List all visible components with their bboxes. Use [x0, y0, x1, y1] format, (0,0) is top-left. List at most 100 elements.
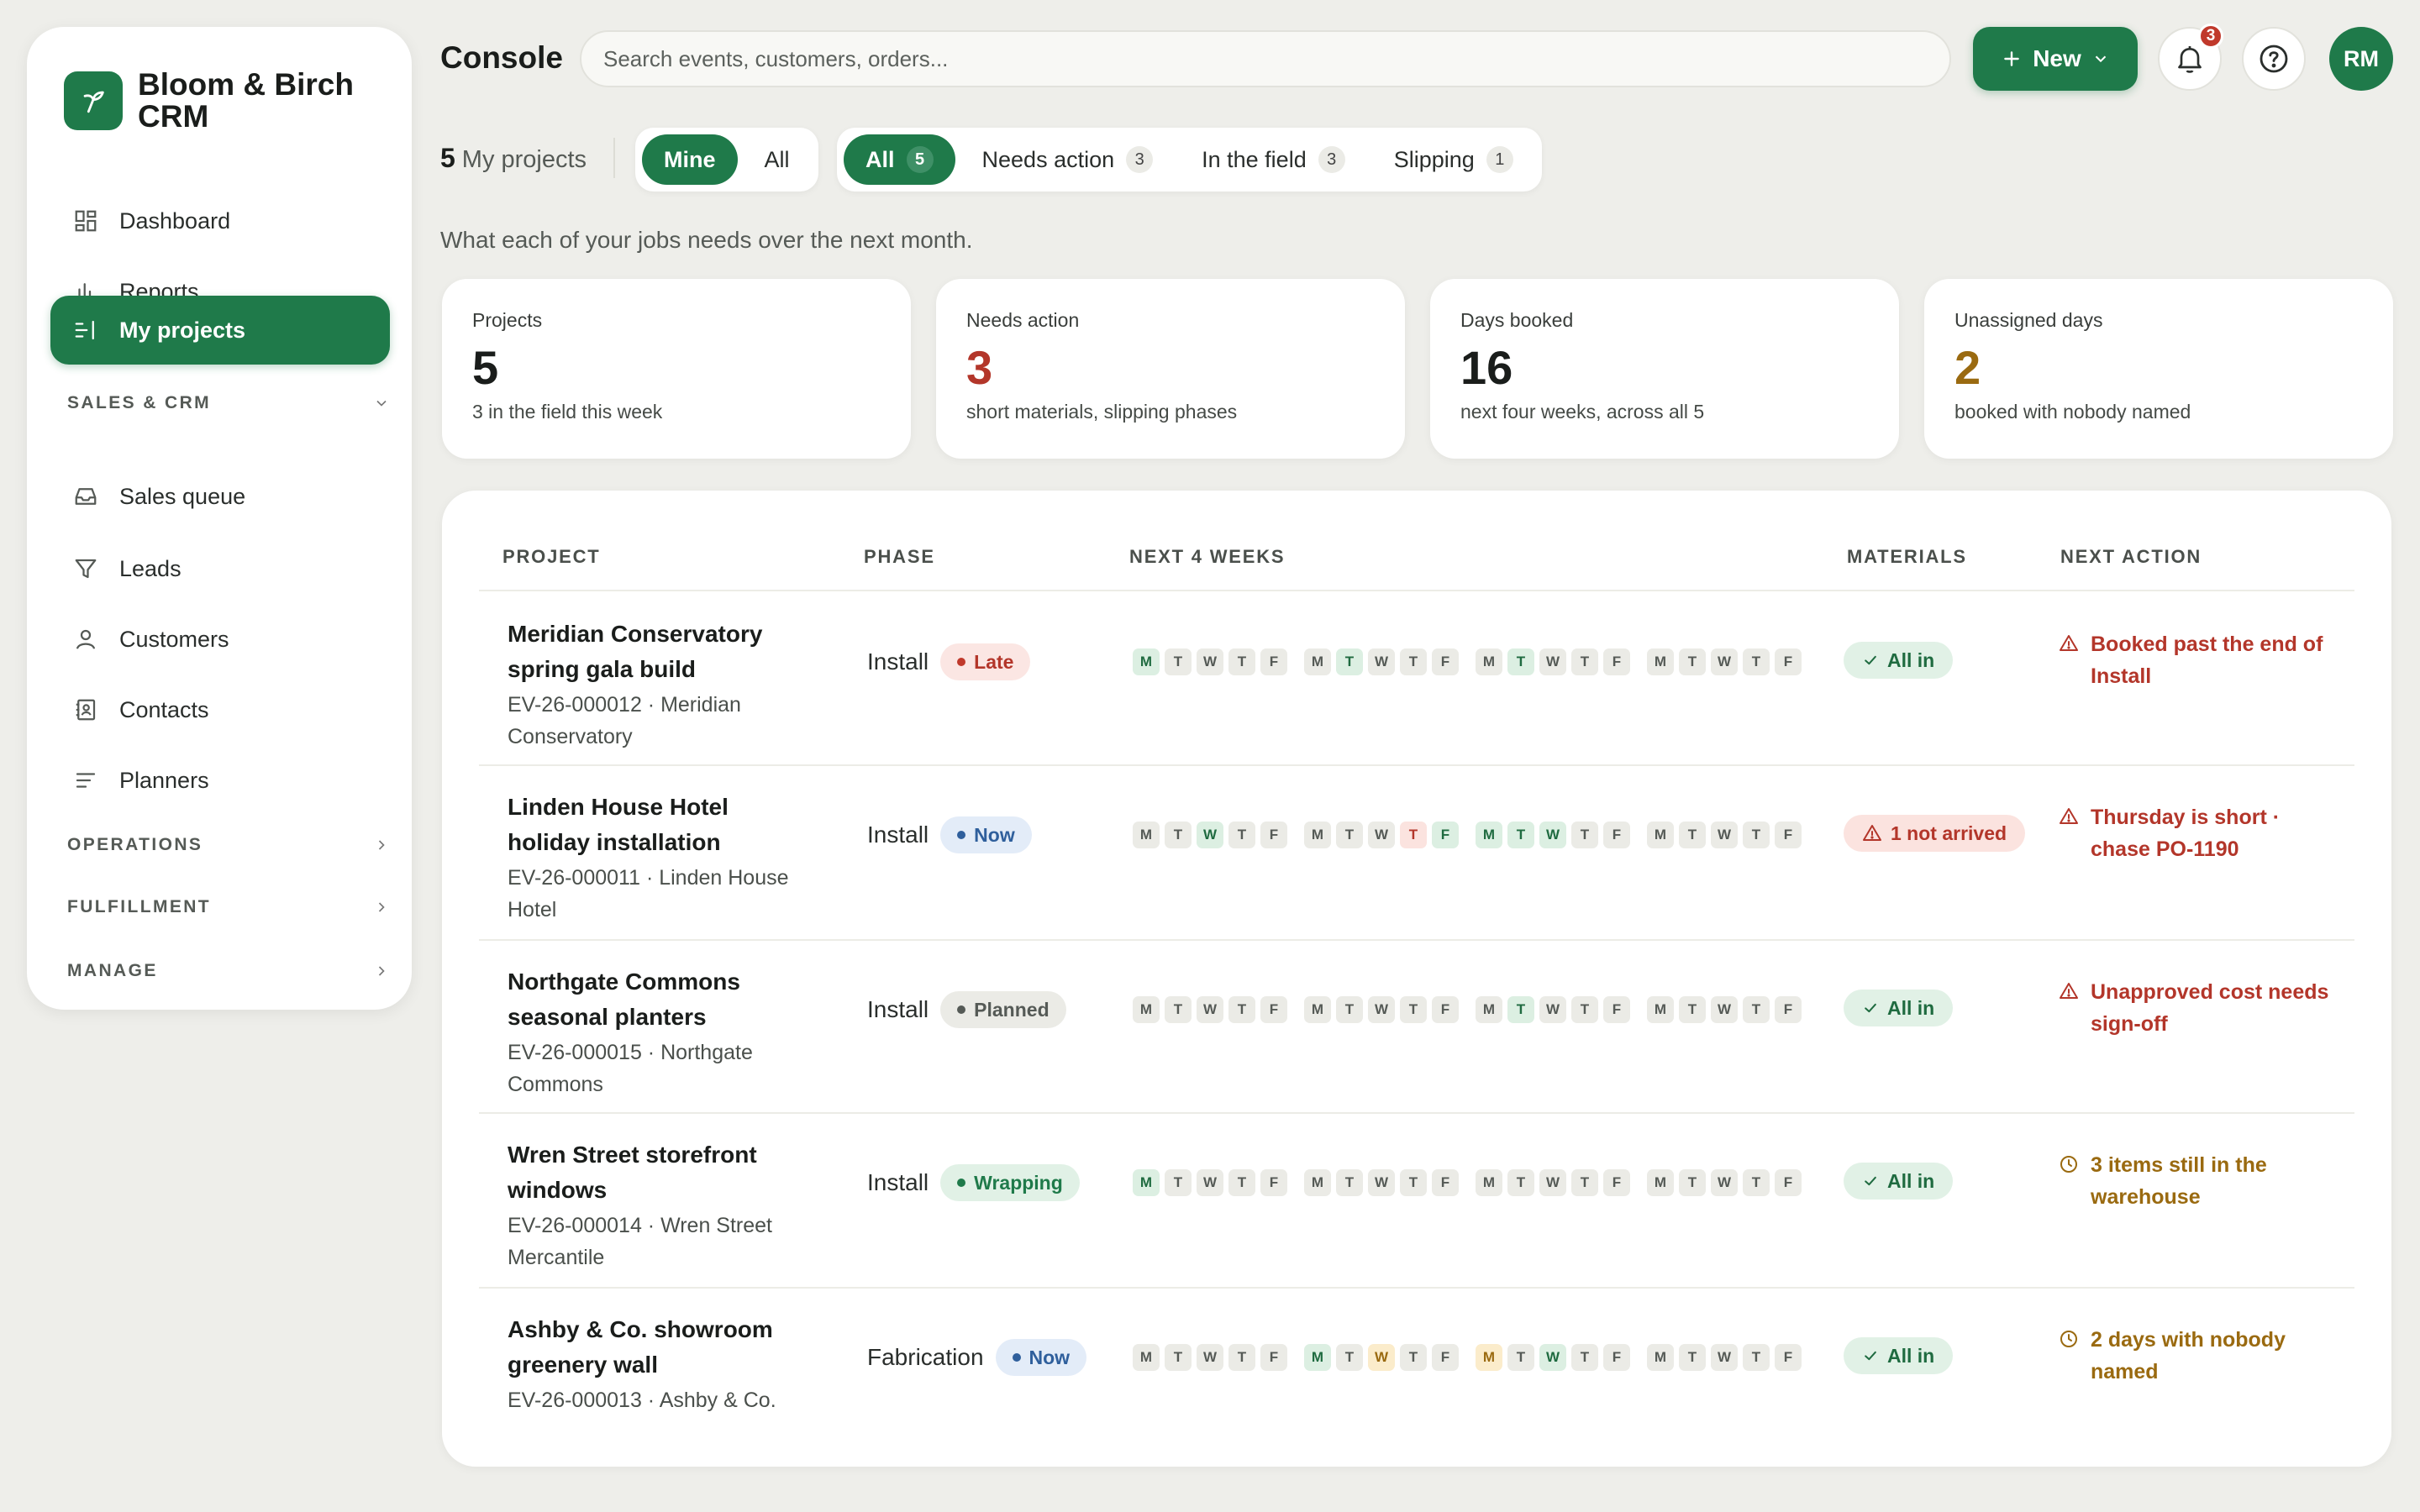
schedule-day[interactable]: T: [1400, 996, 1427, 1023]
schedule-day[interactable]: T: [1507, 1169, 1534, 1196]
schedule-day[interactable]: T: [1743, 1344, 1770, 1371]
schedule-day[interactable]: F: [1603, 1169, 1630, 1196]
schedule-day[interactable]: T: [1336, 648, 1363, 675]
materials-badge[interactable]: 1 not arrived: [1844, 815, 2026, 852]
schedule-day[interactable]: M: [1647, 996, 1674, 1023]
schedule-day[interactable]: M: [1304, 996, 1331, 1023]
schedule-day[interactable]: M: [1304, 1344, 1331, 1371]
schedule-day[interactable]: F: [1775, 1169, 1802, 1196]
schedule-day[interactable]: F: [1260, 1344, 1287, 1371]
schedule-day[interactable]: T: [1743, 996, 1770, 1023]
project-name[interactable]: Linden House Hotel holiday installation: [508, 790, 810, 860]
schedule-day[interactable]: M: [1133, 1169, 1160, 1196]
schedule-day[interactable]: T: [1507, 996, 1534, 1023]
schedule-day[interactable]: T: [1165, 648, 1192, 675]
sidebar-item-dashboard[interactable]: Dashboard: [50, 186, 390, 255]
sidebar-item-leads[interactable]: Leads: [50, 534, 390, 603]
schedule-day[interactable]: T: [1336, 996, 1363, 1023]
sidebar-item-my-projects[interactable]: My projects: [50, 296, 390, 365]
schedule-day[interactable]: W: [1539, 822, 1566, 848]
column-header-materials[interactable]: MATERIALS: [1847, 546, 1967, 568]
schedule-day[interactable]: T: [1507, 648, 1534, 675]
schedule-day[interactable]: T: [1507, 1344, 1534, 1371]
section-manage[interactable]: MANAGE: [67, 954, 390, 988]
schedule-day[interactable]: F: [1432, 1344, 1459, 1371]
schedule-day[interactable]: M: [1133, 1344, 1160, 1371]
project-name[interactable]: Wren Street storefront windows: [508, 1137, 810, 1208]
schedule-day[interactable]: F: [1775, 822, 1802, 848]
schedule-day[interactable]: T: [1679, 1169, 1706, 1196]
schedule-day[interactable]: T: [1400, 822, 1427, 848]
schedule-day[interactable]: T: [1165, 1344, 1192, 1371]
schedule-day[interactable]: M: [1476, 822, 1502, 848]
sidebar-item-customers[interactable]: Customers: [50, 605, 390, 674]
schedule-day[interactable]: T: [1228, 822, 1255, 848]
filter-mine[interactable]: Mine: [642, 134, 738, 185]
schedule-day[interactable]: W: [1197, 822, 1223, 848]
project-name[interactable]: Meridian Conservatory spring gala build: [508, 617, 810, 687]
next-action[interactable]: 2 days with nobody named: [2059, 1324, 2336, 1388]
column-header-next-4-weeks[interactable]: NEXT 4 WEEKS: [1129, 546, 1285, 568]
search-input[interactable]: [603, 45, 1949, 72]
schedule-day[interactable]: T: [1165, 996, 1192, 1023]
schedule-day[interactable]: W: [1711, 996, 1738, 1023]
schedule-day[interactable]: F: [1432, 996, 1459, 1023]
column-header-project[interactable]: PROJECT: [502, 546, 601, 568]
schedule-day[interactable]: M: [1133, 996, 1160, 1023]
table-row[interactable]: Meridian Conservatory spring gala build E…: [479, 593, 2354, 766]
schedule-day[interactable]: W: [1368, 1169, 1395, 1196]
schedule-day[interactable]: W: [1539, 648, 1566, 675]
schedule-day[interactable]: W: [1711, 1169, 1738, 1196]
schedule-day[interactable]: T: [1400, 1169, 1427, 1196]
schedule-day[interactable]: M: [1647, 1169, 1674, 1196]
schedule-day[interactable]: F: [1432, 822, 1459, 848]
schedule-day[interactable]: F: [1260, 648, 1287, 675]
schedule-day[interactable]: M: [1647, 1344, 1674, 1371]
schedule-day[interactable]: F: [1260, 996, 1287, 1023]
next-action[interactable]: Unapproved cost needs sign-off: [2059, 976, 2336, 1040]
schedule-day[interactable]: W: [1711, 648, 1738, 675]
schedule-day[interactable]: W: [1197, 996, 1223, 1023]
filter-all-owners[interactable]: All: [743, 134, 812, 185]
schedule-day[interactable]: T: [1743, 648, 1770, 675]
section-sales-crm[interactable]: SALES & CRM: [67, 386, 390, 420]
schedule-day[interactable]: M: [1647, 822, 1674, 848]
project-name[interactable]: Ashby & Co. showroom greenery wall: [508, 1312, 810, 1383]
materials-badge[interactable]: All in: [1844, 1337, 1954, 1374]
sidebar-item-contacts[interactable]: Contacts: [50, 675, 390, 744]
schedule-day[interactable]: T: [1571, 996, 1598, 1023]
schedule-day[interactable]: F: [1775, 996, 1802, 1023]
schedule-day[interactable]: W: [1197, 648, 1223, 675]
schedule-day[interactable]: T: [1571, 1344, 1598, 1371]
schedule-day[interactable]: T: [1679, 996, 1706, 1023]
schedule-day[interactable]: T: [1165, 1169, 1192, 1196]
sidebar-item-planners[interactable]: Planners: [50, 746, 390, 815]
schedule-day[interactable]: T: [1228, 996, 1255, 1023]
schedule-day[interactable]: M: [1476, 648, 1502, 675]
schedule-day[interactable]: F: [1432, 648, 1459, 675]
schedule-day[interactable]: T: [1228, 1344, 1255, 1371]
table-row[interactable]: Wren Street storefront windows EV-26-0000…: [479, 1114, 2354, 1287]
schedule-day[interactable]: W: [1368, 648, 1395, 675]
materials-badge[interactable]: All in: [1844, 642, 1954, 679]
notifications-button[interactable]: 3: [2158, 24, 2223, 91]
schedule-day[interactable]: W: [1711, 822, 1738, 848]
materials-badge[interactable]: All in: [1844, 990, 1954, 1026]
schedule-day[interactable]: T: [1743, 1169, 1770, 1196]
schedule-day[interactable]: T: [1571, 822, 1598, 848]
schedule-day[interactable]: W: [1539, 1344, 1566, 1371]
brand[interactable]: Bloom & Birch CRM: [64, 69, 381, 133]
schedule-day[interactable]: F: [1603, 996, 1630, 1023]
schedule-day[interactable]: W: [1368, 822, 1395, 848]
schedule-day[interactable]: T: [1400, 648, 1427, 675]
filter-in-the-field[interactable]: In the field 3: [1180, 134, 1367, 185]
section-fulfillment[interactable]: FULFILLMENT: [67, 890, 390, 924]
schedule-day[interactable]: T: [1336, 1344, 1363, 1371]
section-operations[interactable]: OPERATIONS: [67, 828, 390, 862]
schedule-day[interactable]: W: [1197, 1169, 1223, 1196]
table-row[interactable]: Linden House Hotel holiday installation E…: [479, 766, 2354, 939]
schedule-day[interactable]: T: [1571, 648, 1598, 675]
schedule-day[interactable]: T: [1743, 822, 1770, 848]
avatar[interactable]: RM: [2329, 27, 2393, 91]
project-name[interactable]: Northgate Commons seasonal planters: [508, 964, 810, 1035]
